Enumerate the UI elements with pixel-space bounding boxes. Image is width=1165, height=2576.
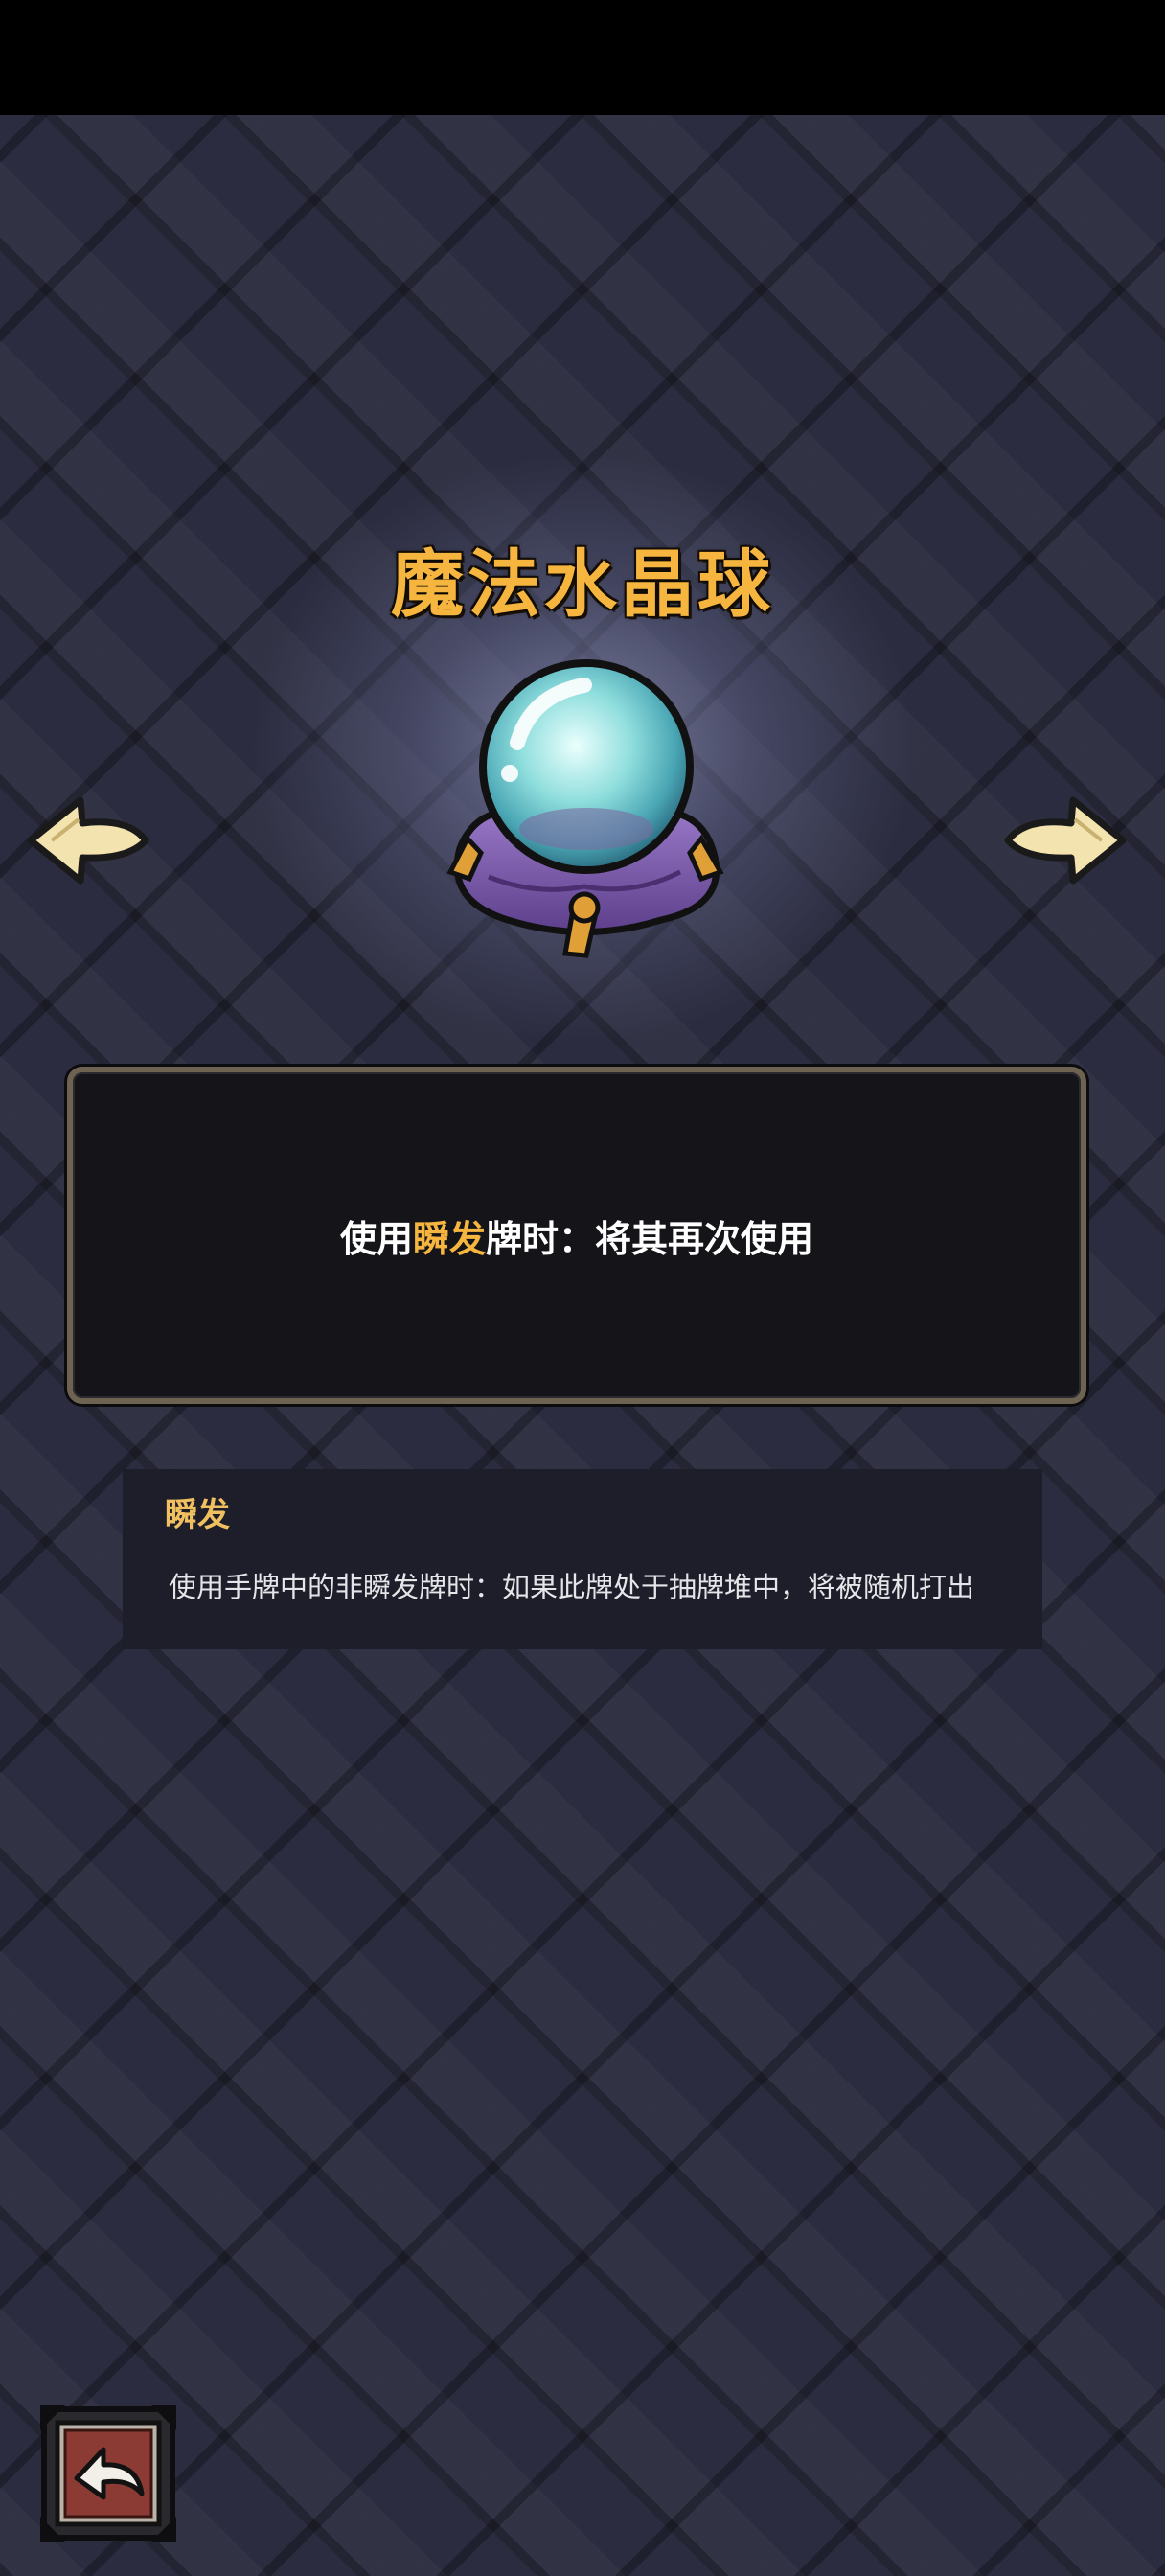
description-suffix: 牌时：将其再次使用 bbox=[486, 1217, 814, 1260]
arrow-left-icon bbox=[27, 796, 149, 885]
keyword-description: 使用手牌中的非瞬发牌时：如果此牌处于抽牌堆中，将被随机打出 bbox=[169, 1571, 975, 1603]
arrow-right-icon bbox=[1004, 796, 1127, 885]
description-prefix: 使用 bbox=[339, 1217, 413, 1260]
keyword-info-panel: 瞬发 使用手牌中的非瞬发牌时：如果此牌处于抽牌堆中，将被随机打出 bbox=[123, 1469, 1042, 1649]
keyword-title: 瞬发 bbox=[165, 1496, 230, 1534]
crystal-ball-icon bbox=[422, 656, 747, 973]
item-description-box: 使用瞬发牌时：将其再次使用 bbox=[67, 1067, 1086, 1404]
back-button[interactable] bbox=[36, 2402, 180, 2545]
status-bar bbox=[0, 0, 1165, 115]
next-item-button[interactable] bbox=[1001, 791, 1131, 886]
item-title: 魔法水晶球 bbox=[391, 541, 774, 627]
return-arrow-icon bbox=[40, 2405, 176, 2542]
item-description: 使用瞬发牌时：将其再次使用 bbox=[340, 1209, 813, 1262]
description-keyword[interactable]: 瞬发 bbox=[413, 1218, 486, 1260]
previous-item-button[interactable] bbox=[23, 791, 152, 886]
